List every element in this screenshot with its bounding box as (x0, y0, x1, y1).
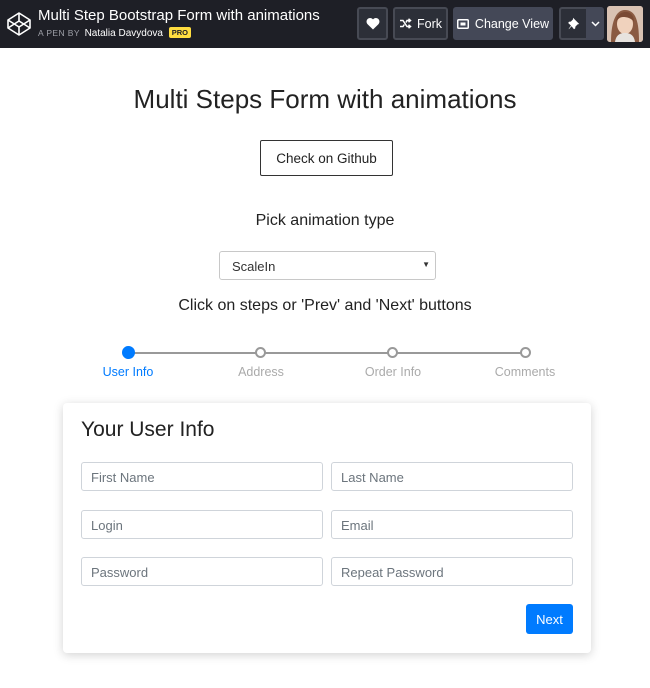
fork-icon (400, 18, 412, 29)
steps-hint: Click on steps or 'Prev' and 'Next' butt… (178, 297, 472, 314)
pin-icon (568, 17, 580, 30)
check-github-button[interactable]: Check on Github (260, 140, 393, 176)
page-title: Multi Steps Form with animations (133, 84, 517, 114)
pin-button[interactable] (559, 7, 587, 40)
step-dot-comments[interactable] (520, 347, 531, 358)
email-field[interactable]: Email (331, 510, 573, 539)
select-caret-icon: ▼ (422, 260, 430, 269)
next-button[interactable]: Next (526, 604, 573, 634)
animation-type-label: Pick animation type (255, 212, 395, 229)
step-dot-address[interactable] (255, 347, 266, 358)
pen-title[interactable]: Multi Step Bootstrap Form with animation… (38, 7, 320, 24)
fork-button[interactable]: Fork (393, 7, 448, 40)
step-label-address[interactable]: Address (211, 365, 311, 379)
codepen-header: Multi Step Bootstrap Form with animation… (0, 0, 650, 48)
step-label-comments[interactable]: Comments (475, 365, 575, 379)
pin-dropdown-button[interactable] (586, 7, 604, 40)
heart-icon (366, 17, 379, 30)
step-dot-order-info[interactable] (387, 347, 398, 358)
step-label-order-info[interactable]: Order Info (343, 365, 443, 379)
step-dot-user-info[interactable] (122, 346, 135, 359)
heart-button[interactable] (357, 7, 388, 40)
step-label-user-info[interactable]: User Info (78, 365, 178, 379)
pro-badge: PRO (168, 27, 191, 38)
chevron-down-icon (590, 20, 600, 27)
codepen-logo-icon[interactable] (6, 11, 32, 37)
fork-label: Fork (417, 16, 442, 31)
last-name-field[interactable]: Last Name (331, 462, 573, 491)
user-avatar[interactable] (607, 6, 643, 42)
pen-by-label: A PEN BY (38, 28, 80, 38)
animation-select-value: ScaleIn (232, 259, 276, 274)
change-view-label: Change View (474, 16, 550, 31)
change-view-button[interactable]: Change View (453, 7, 553, 40)
first-name-field[interactable]: First Name (81, 462, 323, 491)
login-field[interactable]: Login (81, 510, 323, 539)
progress-line (128, 352, 526, 354)
pen-byline: A PEN BY Natalia Davydova PRO (38, 27, 191, 39)
layout-icon (456, 18, 469, 29)
form-title: Your User Info (81, 418, 215, 441)
password-field[interactable]: Password (81, 557, 323, 586)
repeat-password-field[interactable]: Repeat Password (331, 557, 573, 586)
animation-type-select[interactable]: ScaleIn ▼ (219, 251, 436, 280)
user-info-form-card: Your User Info First Name Last Name Logi… (63, 403, 591, 653)
author-link[interactable]: Natalia Davydova (85, 28, 163, 39)
